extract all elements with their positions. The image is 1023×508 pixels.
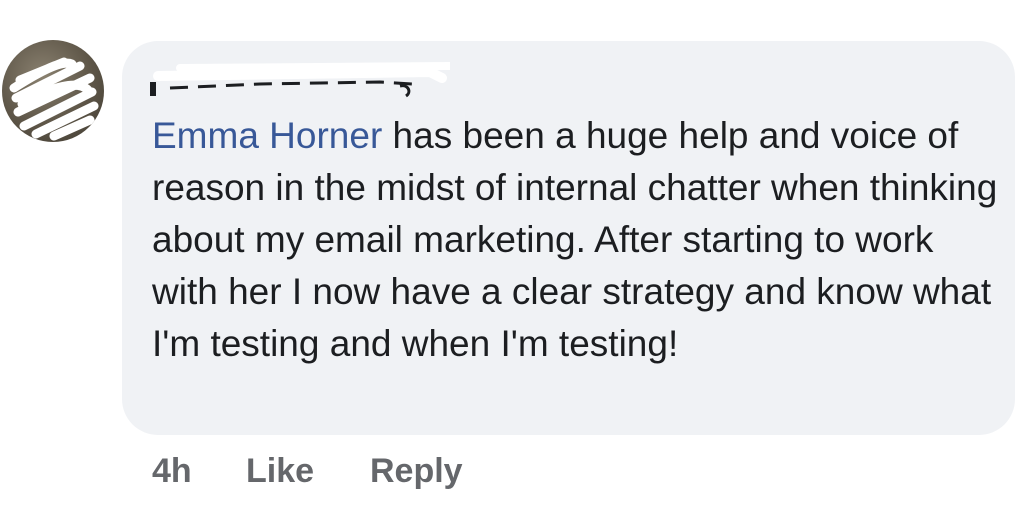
comment-text: Emma Horner has been a huge help and voi…	[152, 110, 1002, 370]
avatar[interactable]	[2, 40, 104, 142]
like-button[interactable]: Like	[246, 452, 314, 491]
reply-button[interactable]: Reply	[370, 452, 463, 491]
comment-thread: Emma Horner has been a huge help and voi…	[0, 0, 1023, 508]
comment-author[interactable]	[150, 58, 450, 98]
avatar-scribble-redaction	[9, 57, 99, 141]
author-name-redaction	[150, 62, 450, 98]
mention-link[interactable]: Emma Horner	[152, 115, 382, 156]
timestamp-link[interactable]: 4h	[152, 452, 192, 491]
